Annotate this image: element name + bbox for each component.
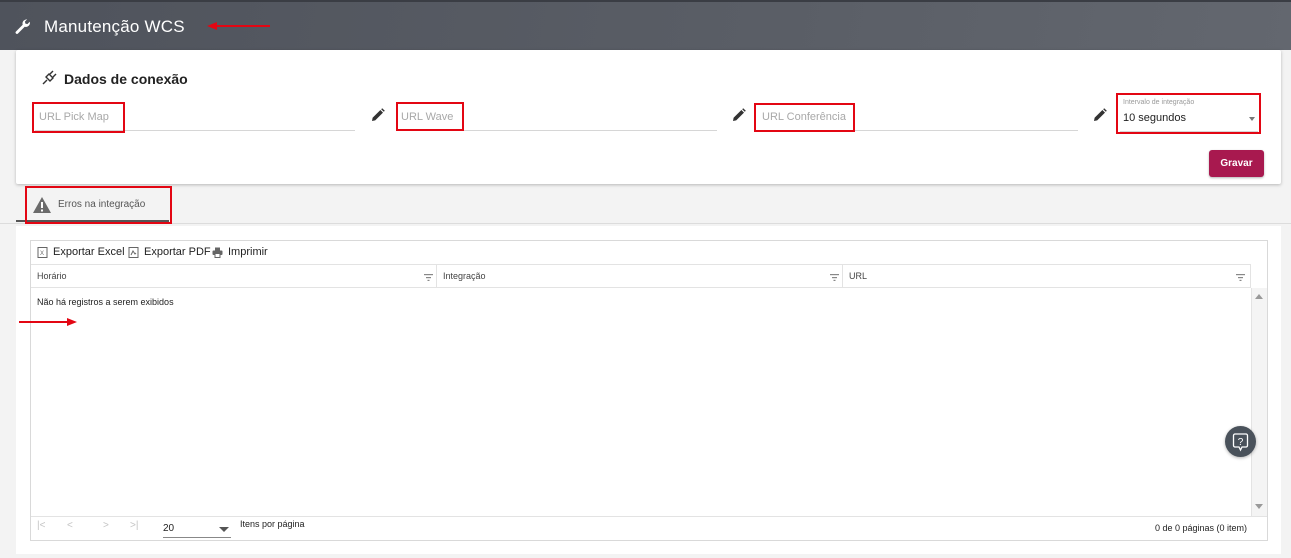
tab-bar bbox=[0, 186, 1291, 224]
last-page-button[interactable]: >| bbox=[130, 520, 138, 531]
svg-text:X: X bbox=[40, 251, 44, 257]
prev-page-button[interactable]: < bbox=[67, 520, 73, 531]
annotation-arrow bbox=[19, 318, 77, 326]
excel-icon: X bbox=[37, 247, 48, 258]
filter-icon[interactable] bbox=[1236, 274, 1245, 281]
grid-scrollbar[interactable] bbox=[1251, 288, 1267, 516]
page-size-label: Itens por página bbox=[240, 519, 305, 529]
svg-text:?: ? bbox=[1238, 437, 1244, 448]
page-title: Manutenção WCS bbox=[44, 17, 185, 36]
page-size-value: 20 bbox=[163, 523, 175, 534]
export-pdf-button[interactable]: Exportar PDF bbox=[144, 246, 211, 258]
column-header-horario[interactable]: Horário bbox=[31, 264, 437, 288]
page-header: Manutenção WCS bbox=[0, 0, 1291, 50]
filter-icon[interactable] bbox=[424, 274, 433, 281]
print-button[interactable]: Imprimir bbox=[228, 246, 268, 258]
chevron-down-icon bbox=[219, 527, 229, 532]
edit-pick-map-icon[interactable] bbox=[371, 108, 385, 122]
annotation-arrow bbox=[207, 22, 270, 30]
column-header-url[interactable]: URL bbox=[843, 264, 1251, 288]
scroll-down-icon[interactable] bbox=[1255, 504, 1263, 509]
pdf-icon bbox=[128, 247, 139, 258]
scroll-up-icon[interactable] bbox=[1255, 294, 1263, 299]
annotation-box bbox=[754, 103, 855, 132]
edit-wave-icon[interactable] bbox=[732, 108, 746, 122]
plug-icon bbox=[42, 70, 57, 85]
edit-conferencia-icon[interactable] bbox=[1093, 108, 1107, 122]
column-header-label: Integração bbox=[443, 271, 486, 281]
page-size-select[interactable]: 20 bbox=[163, 521, 231, 538]
column-header-label: Horário bbox=[37, 271, 67, 281]
connection-title: Dados de conexão bbox=[64, 71, 188, 87]
save-button[interactable]: Gravar bbox=[1209, 150, 1264, 177]
next-page-button[interactable]: > bbox=[103, 520, 109, 531]
column-header-integracao[interactable]: Integração bbox=[437, 264, 843, 288]
annotation-box bbox=[396, 102, 464, 131]
annotation-box bbox=[1116, 93, 1261, 134]
help-icon: ? bbox=[1232, 433, 1249, 452]
empty-message: Não há registros a serem exibidos bbox=[37, 297, 174, 307]
help-button[interactable]: ? bbox=[1225, 426, 1256, 457]
annotation-box bbox=[32, 102, 125, 133]
annotation-box bbox=[25, 186, 172, 224]
printer-icon bbox=[212, 247, 223, 258]
export-excel-button[interactable]: Exportar Excel bbox=[53, 246, 125, 258]
pager-info: 0 de 0 páginas (0 item) bbox=[1155, 523, 1248, 533]
filter-icon[interactable] bbox=[830, 274, 839, 281]
first-page-button[interactable]: |< bbox=[37, 520, 45, 531]
column-header-label: URL bbox=[849, 271, 868, 281]
wrench-icon bbox=[15, 19, 30, 34]
